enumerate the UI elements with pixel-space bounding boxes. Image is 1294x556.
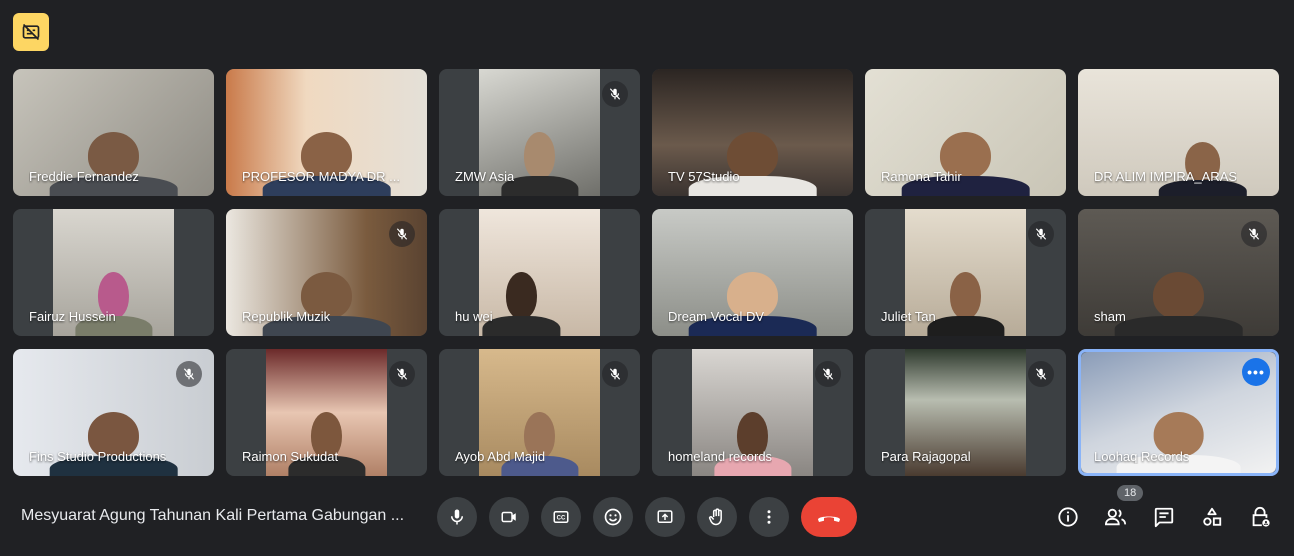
participant-name: Juliet Tan	[881, 309, 936, 324]
participant-name: sham	[1094, 309, 1126, 324]
raise-hand-button[interactable]	[697, 497, 737, 537]
activities-button[interactable]	[1196, 501, 1228, 533]
participant-tile-active[interactable]: ••• Loohaq Records	[1078, 349, 1279, 476]
participant-name: Fairuz Hussein	[29, 309, 116, 324]
captions-off-icon	[21, 22, 41, 42]
participant-name: Loohaq Records	[1094, 449, 1190, 464]
chat-icon	[1153, 506, 1175, 528]
captions-button[interactable]: CC	[541, 497, 581, 537]
participant-tile[interactable]: Para Rajagopal	[865, 349, 1066, 476]
participant-name: TV 57Studio	[668, 169, 740, 184]
call-end-icon	[816, 510, 842, 524]
activities-shapes-icon	[1201, 506, 1223, 528]
captions-off-button[interactable]	[13, 13, 49, 51]
lock-person-icon	[1249, 506, 1271, 528]
participant-name: Ramona Tahir	[881, 169, 962, 184]
participant-tile[interactable]: Raimon Sukudat	[226, 349, 427, 476]
present-screen-button[interactable]	[645, 497, 685, 537]
participant-name: hu wei	[455, 309, 493, 324]
participant-name: ZMW Asia	[455, 169, 515, 184]
participant-name: DR ALIM IMPIRA_ARAS	[1094, 169, 1238, 184]
mic-off-icon	[602, 361, 628, 387]
participant-name: Raimon Sukudat	[242, 449, 339, 464]
participant-tile[interactable]: Juliet Tan	[865, 209, 1066, 336]
participant-name: Ayob Abd Majid	[455, 449, 546, 464]
more-options-button[interactable]	[749, 497, 789, 537]
participant-name: Republik Muzik	[242, 309, 331, 324]
svg-text:CC: CC	[557, 516, 566, 522]
chat-button[interactable]	[1148, 501, 1180, 533]
participant-tile[interactable]: Republik Muzik	[226, 209, 427, 336]
people-icon	[1104, 506, 1128, 528]
participant-tile[interactable]: ZMW Asia	[439, 69, 640, 196]
mic-off-icon	[1241, 221, 1267, 247]
participant-tile[interactable]: Dream Vocal DV	[652, 209, 853, 336]
leave-call-button[interactable]	[801, 497, 857, 537]
participant-name: Freddie Fernandez	[29, 169, 139, 184]
participant-tile[interactable]: hu wei	[439, 209, 640, 336]
more-vert-icon	[760, 508, 778, 526]
reactions-button[interactable]	[593, 497, 633, 537]
meeting-title: Mesyuarat Agung Tahunan Kali Pertama Gab…	[21, 507, 405, 524]
mic-off-icon	[389, 361, 415, 387]
participant-tile[interactable]: Ramona Tahir	[865, 69, 1066, 196]
mic-off-icon	[1028, 361, 1054, 387]
participant-grid: Freddie Fernandez PROFESOR MADYA DR ... …	[13, 69, 1279, 476]
emoji-icon	[603, 507, 623, 527]
present-screen-icon	[655, 508, 675, 526]
people-button[interactable]	[1100, 501, 1132, 533]
more-options-button[interactable]: •••	[1242, 358, 1270, 386]
participant-name: Para Rajagopal	[881, 449, 971, 464]
participant-name: homeland records	[668, 449, 773, 464]
host-controls-button[interactable]	[1244, 501, 1276, 533]
participant-name: Fins Studio Productions	[29, 449, 167, 464]
participant-tile[interactable]: Ayob Abd Majid	[439, 349, 640, 476]
participant-name: PROFESOR MADYA DR ...	[242, 169, 400, 184]
participant-tile[interactable]: TV 57Studio	[652, 69, 853, 196]
bottom-control-bar: Mesyuarat Agung Tahunan Kali Pertama Gab…	[0, 478, 1294, 556]
mic-off-icon	[602, 81, 628, 107]
participant-tile[interactable]: PROFESOR MADYA DR ...	[226, 69, 427, 196]
video-camera-icon	[499, 508, 519, 526]
participant-tile[interactable]: DR ALIM IMPIRA_ARAS	[1078, 69, 1279, 196]
info-icon	[1057, 506, 1079, 528]
camera-button[interactable]	[489, 497, 529, 537]
mic-off-icon	[389, 221, 415, 247]
participant-tile[interactable]: Freddie Fernandez	[13, 69, 214, 196]
mic-off-icon	[1028, 221, 1054, 247]
hand-icon	[707, 507, 727, 527]
mic-icon	[448, 508, 466, 526]
participant-count-badge: 18	[1117, 485, 1144, 501]
participant-tile[interactable]: Fins Studio Productions	[13, 349, 214, 476]
meeting-details-button[interactable]	[1052, 501, 1084, 533]
microphone-button[interactable]	[437, 497, 477, 537]
mic-off-icon	[815, 361, 841, 387]
participant-tile[interactable]: Fairuz Hussein	[13, 209, 214, 336]
participant-tile[interactable]: sham	[1078, 209, 1279, 336]
closed-captions-icon: CC	[551, 508, 571, 526]
mic-off-icon	[176, 361, 202, 387]
participant-name: Dream Vocal DV	[668, 309, 765, 324]
video-feed	[479, 209, 600, 336]
participant-tile[interactable]: homeland records	[652, 349, 853, 476]
